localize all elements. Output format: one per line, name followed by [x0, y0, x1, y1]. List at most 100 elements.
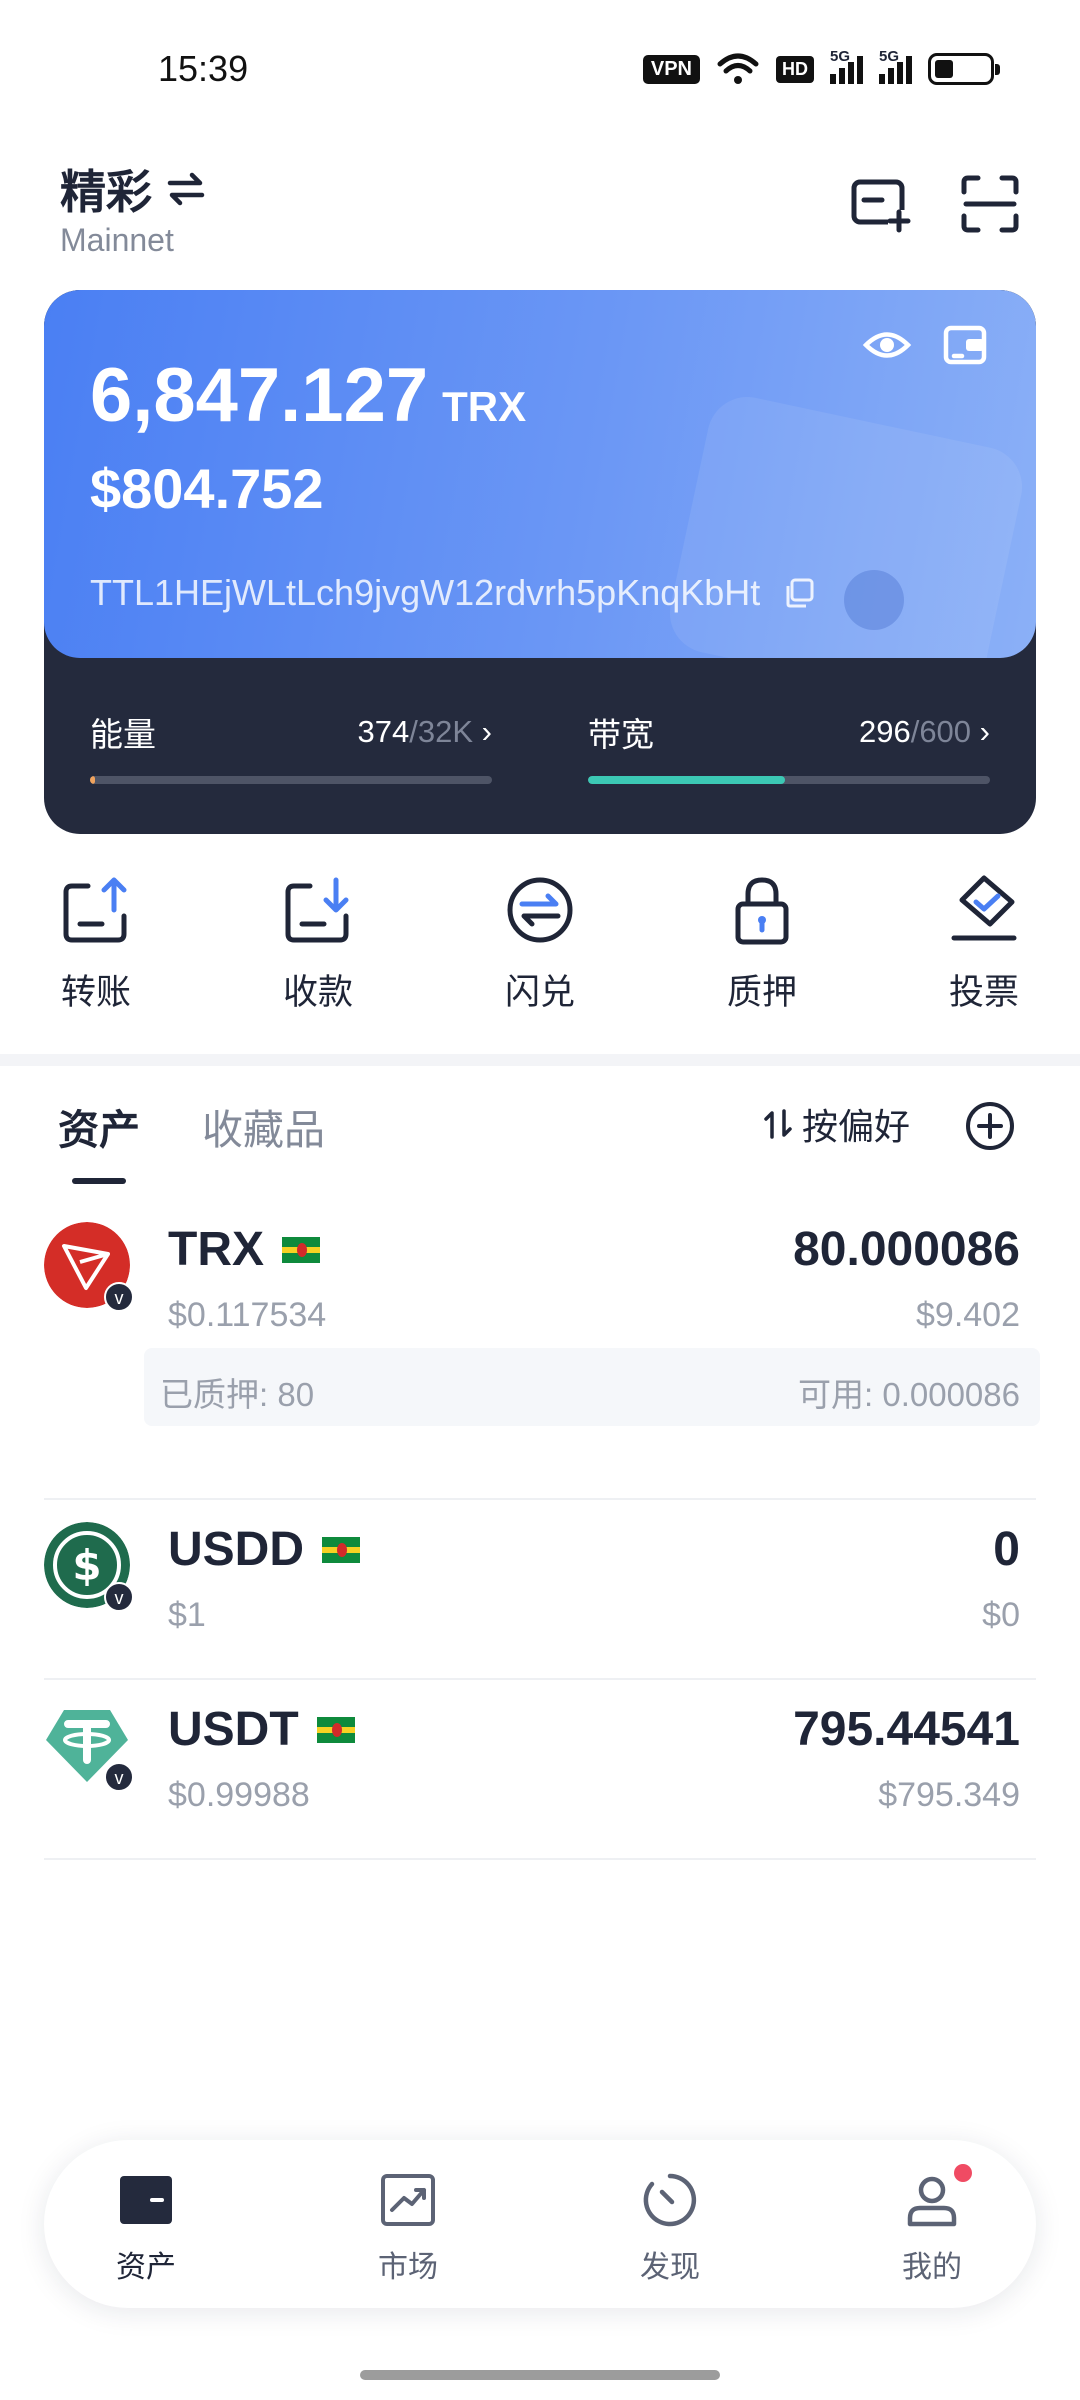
sort-label: 按偏好 — [802, 1106, 911, 1147]
nav-assets[interactable]: 资产 — [76, 2170, 216, 2286]
active-tab-indicator — [72, 1178, 126, 1184]
asset-amount: 80.000086 — [793, 1223, 1020, 1276]
energy-label: 能量 — [90, 716, 156, 753]
asset-price: $1 — [168, 1596, 206, 1634]
sort-icon — [764, 1109, 792, 1139]
vote-icon — [951, 875, 1017, 941]
signal-icon: 5G — [830, 48, 863, 84]
bandwidth-value: 296/600 › — [858, 714, 990, 749]
network-label: Mainnet — [60, 222, 174, 258]
chevron-right-icon: › — [481, 714, 492, 749]
asset-symbol: USDT — [168, 1703, 299, 1756]
asset-symbol: TRX — [168, 1223, 264, 1276]
asset-amount: 795.44541 — [793, 1703, 1020, 1756]
balance-amount: 6,847.127 — [90, 353, 429, 438]
verified-badge: v — [104, 1282, 134, 1312]
flag-icon — [322, 1536, 361, 1563]
asset-row-usdd[interactable]: $ v USDD $1 0 $0 — [44, 1522, 1036, 1652]
balance-card-top: 6,847.127 TRX $804.752 TTL1HEjWLtLch9jvg… — [44, 290, 1036, 658]
wallet-manage-button[interactable] — [940, 320, 990, 370]
address-text: TTL1HEjWLtLch9jvgW12rdvrh5pKnqKbHt — [90, 572, 761, 613]
section-divider — [0, 1054, 1080, 1066]
wifi-icon — [717, 53, 759, 84]
energy-value: 374/32K › — [357, 714, 492, 749]
asset-value: $9.402 — [916, 1296, 1020, 1334]
balance-usd: $804.752 — [90, 457, 324, 520]
battery-icon — [928, 53, 1000, 85]
eye-icon — [862, 332, 912, 358]
action-label: 质押 — [726, 973, 797, 1012]
row-divider — [44, 1498, 1036, 1500]
status-time: 15:39 — [158, 48, 249, 89]
nav-label: 资产 — [116, 2251, 176, 2284]
receive-button[interactable]: 收款 — [248, 872, 388, 1015]
quick-actions: 转账 收款 闪兑 质押 投票 — [0, 872, 1080, 1032]
available-amount: 可用: 0.000086 — [798, 1376, 1020, 1413]
transfer-button[interactable]: 转账 — [26, 872, 166, 1015]
wallet-name: 精彩 — [60, 166, 152, 218]
nav-market[interactable]: 市场 — [338, 2170, 478, 2286]
tab-assets[interactable]: 资产 — [58, 1096, 140, 1156]
nav-discover[interactable]: 发现 — [600, 2170, 740, 2286]
scan-button[interactable] — [958, 172, 1022, 236]
sort-button[interactable]: 按偏好 — [764, 1098, 910, 1150]
nav-profile[interactable]: 我的 — [862, 2164, 1002, 2286]
swap-button[interactable]: 闪兑 — [470, 872, 610, 1015]
energy-progress-fill — [90, 776, 95, 784]
status-bar: 15:39 VPN HD 5G 5G — [0, 0, 1080, 140]
receive-icon — [285, 877, 349, 943]
bandwidth-progress-bar — [588, 776, 990, 784]
energy-progress-bar — [90, 776, 492, 784]
wallet-switcher[interactable]: 精彩 — [60, 156, 206, 222]
notification-dot — [954, 2164, 972, 2182]
asset-value: $0 — [982, 1596, 1020, 1634]
nav-label: 我的 — [902, 2251, 962, 2284]
add-asset-icon[interactable] — [964, 1100, 1016, 1152]
energy-resource[interactable]: 能量 374/32K › — [90, 708, 492, 784]
asset-amount: 0 — [993, 1523, 1020, 1576]
wallet-icon — [120, 2176, 172, 2224]
asset-row-trx[interactable]: v TRX $0.117534 80.000086 $9.402 已质押: 80… — [44, 1222, 1040, 1442]
bandwidth-resource[interactable]: 带宽 296/600 › — [588, 708, 990, 784]
swap-arrows-icon — [167, 172, 205, 206]
svg-text:$: $ — [72, 1541, 101, 1590]
staked-amount: 已质押: 80 — [160, 1376, 315, 1413]
chevron-right-icon: › — [979, 714, 990, 749]
action-label: 收款 — [282, 973, 353, 1012]
row-divider — [44, 1678, 1036, 1680]
asset-row-usdt[interactable]: v USDT $0.99988 795.44541 $795.349 — [44, 1702, 1036, 1832]
nav-label: 发现 — [640, 2251, 700, 2284]
vote-button[interactable]: 投票 — [914, 872, 1054, 1015]
bottom-navigation: 资产 市场 发现 我的 — [44, 2140, 1036, 2308]
trx-balance: 6,847.127 TRX — [90, 352, 526, 439]
asset-price: $0.99988 — [168, 1776, 310, 1814]
nav-label: 市场 — [378, 2251, 438, 2284]
action-label: 转账 — [60, 973, 131, 1012]
verified-badge: v — [104, 1582, 134, 1612]
add-wallet-button[interactable] — [848, 172, 912, 236]
tab-collectibles[interactable]: 收藏品 — [202, 1096, 325, 1156]
asset-symbol: USDD — [168, 1523, 305, 1576]
hd-icon: HD — [776, 55, 814, 83]
copy-icon[interactable] — [782, 576, 816, 610]
row-divider — [44, 1858, 1036, 1860]
asset-price: $0.117534 — [168, 1296, 327, 1334]
balance-card[interactable]: 6,847.127 TRX $804.752 TTL1HEjWLtLch9jvg… — [44, 290, 1036, 834]
signal-icon: 5G — [879, 48, 912, 84]
flag-icon — [316, 1716, 355, 1743]
market-chart-icon — [381, 2174, 435, 2226]
toggle-visibility-button[interactable] — [862, 320, 912, 370]
home-indicator[interactable] — [360, 2370, 720, 2380]
add-card-icon — [851, 179, 911, 233]
asset-value: $795.349 — [878, 1776, 1020, 1814]
lock-icon — [735, 877, 789, 945]
verified-badge: v — [104, 1762, 134, 1792]
wallet-address[interactable]: TTL1HEjWLtLch9jvgW12rdvrh5pKnqKbHt — [90, 572, 816, 614]
card-decoration — [844, 570, 904, 630]
stake-button[interactable]: 质押 — [692, 872, 832, 1015]
flag-icon — [282, 1236, 320, 1263]
discover-icon — [643, 2173, 697, 2227]
scan-icon — [961, 175, 1019, 233]
stake-info: 已质押: 80 可用: 0.000086 — [144, 1348, 1040, 1426]
swap-icon — [507, 877, 573, 943]
